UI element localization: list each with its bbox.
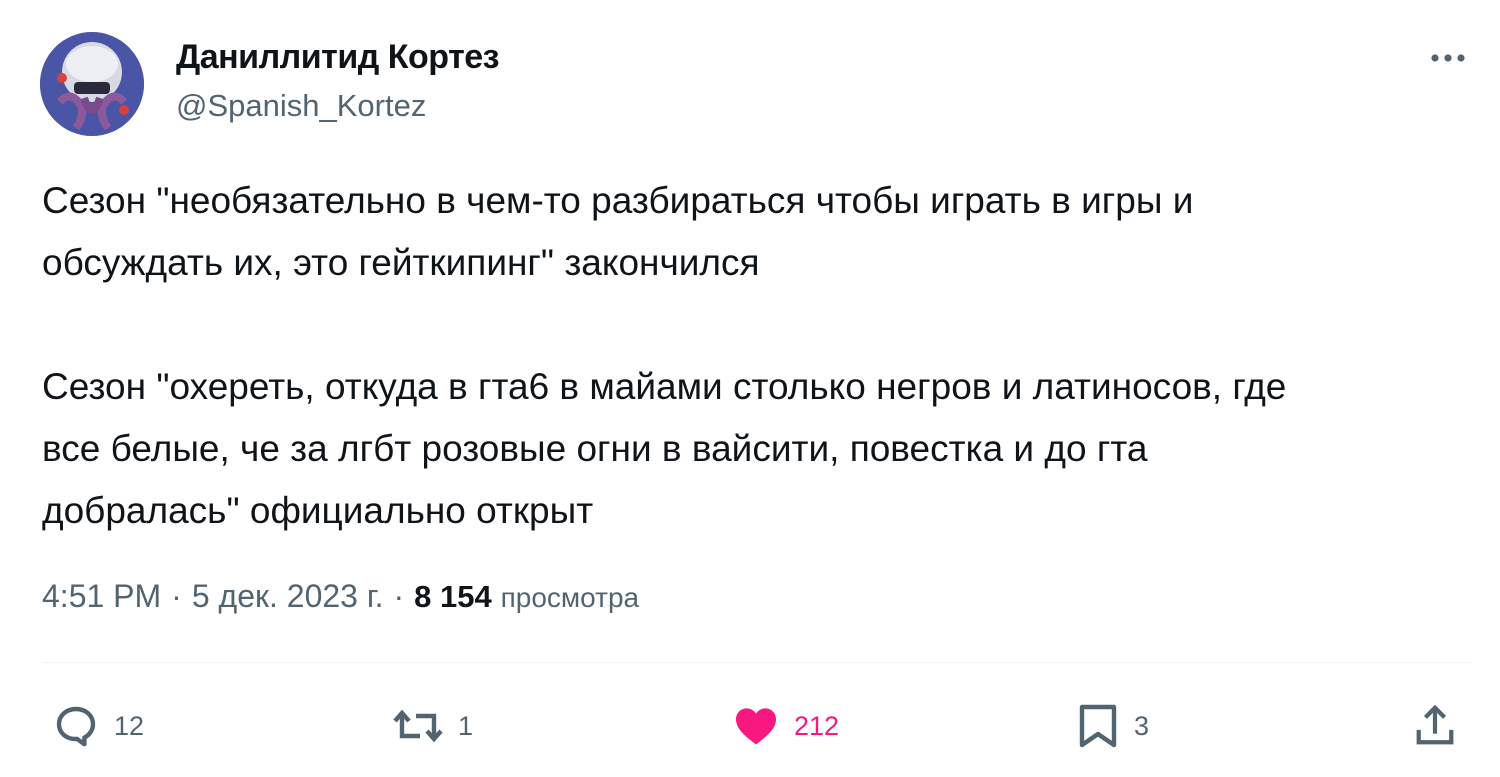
- repost-button[interactable]: 1: [392, 700, 473, 752]
- tweet-meta: 4:51 PM · 5 дек. 2023 г. · 8 154 просмот…: [42, 578, 639, 615]
- share-icon: [1416, 704, 1454, 745]
- tweet-date[interactable]: 5 дек. 2023 г.: [192, 578, 384, 615]
- views-count: 8 154: [414, 579, 492, 614]
- share-button[interactable]: [1412, 700, 1458, 752]
- avatar[interactable]: [40, 32, 144, 136]
- bookmark-icon: [1079, 704, 1117, 748]
- reply-icon: [56, 706, 96, 747]
- meta-separator: ·: [393, 578, 405, 614]
- divider: [42, 662, 1472, 663]
- bookmark-button[interactable]: 3: [1076, 700, 1149, 752]
- bookmark-count: 3: [1134, 710, 1150, 741]
- repost-count: 1: [458, 710, 474, 741]
- author-display-name[interactable]: Даниллитид Кортез: [176, 38, 500, 77]
- author-handle[interactable]: @Spanish_Kortez: [176, 88, 426, 124]
- avatar-image: [40, 32, 144, 136]
- reply-count: 12: [114, 710, 145, 741]
- meta-separator: ·: [171, 578, 182, 614]
- like-button[interactable]: 212: [732, 700, 839, 752]
- repost-icon: [393, 709, 443, 743]
- heart-icon: [736, 708, 776, 745]
- more-dots-icon: [1431, 54, 1465, 62]
- tweet-text: Сезон "необязательно в чем-то разбиратьс…: [42, 180, 1287, 531]
- more-options-button[interactable]: [1426, 42, 1470, 74]
- tweet-time[interactable]: 4:51 PM: [42, 578, 161, 615]
- tweet-card: Даниллитид Кортез @Spanish_Kortez Сезон …: [0, 0, 1500, 777]
- like-count: 212: [794, 710, 840, 741]
- views-label: просмотра: [500, 582, 640, 613]
- reply-button[interactable]: 12: [52, 700, 144, 752]
